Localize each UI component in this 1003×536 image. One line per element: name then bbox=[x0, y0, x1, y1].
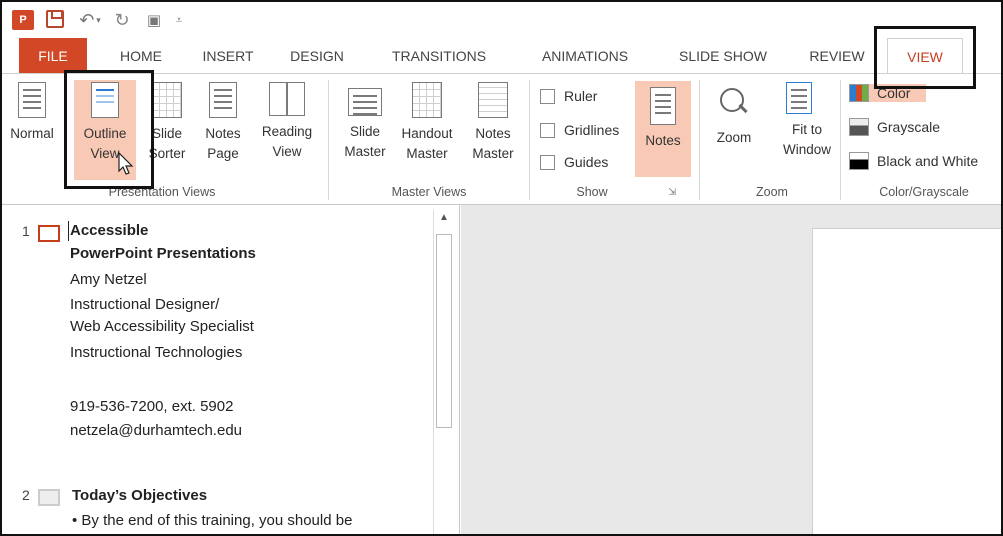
grayscale-button[interactable]: Grayscale bbox=[849, 118, 940, 136]
scrollbar-thumb[interactable] bbox=[436, 234, 452, 428]
normal-view-label: Normal bbox=[10, 126, 54, 141]
tab-review[interactable]: REVIEW bbox=[800, 38, 874, 74]
notes-icon bbox=[650, 87, 676, 125]
guides-label: Guides bbox=[564, 154, 609, 170]
slide-2-number: 2 bbox=[22, 487, 30, 503]
scroll-up-arrow-icon[interactable]: ▲ bbox=[436, 212, 452, 228]
notes-master-label-line2: Master bbox=[472, 146, 514, 161]
redo-icon[interactable]: ↻ bbox=[112, 10, 132, 30]
gridlines-checkbox[interactable]: Gridlines bbox=[540, 122, 619, 138]
fit-to-window-label-line2: Window bbox=[782, 142, 831, 157]
handout-master-label-line1: Handout bbox=[401, 126, 453, 141]
tab-transitions[interactable]: TRANSITIONS bbox=[374, 38, 504, 74]
black-and-white-icon bbox=[849, 152, 869, 170]
group-separator bbox=[699, 80, 700, 200]
show-dialog-launcher-icon[interactable]: ⇲ bbox=[668, 187, 676, 198]
fit-to-window-button[interactable]: Fit to Window bbox=[764, 82, 834, 160]
normal-view-icon bbox=[18, 82, 46, 118]
slide-2-thumbnail-icon[interactable] bbox=[38, 489, 60, 506]
slide-1-text-line[interactable]: Amy Netzel bbox=[70, 268, 147, 291]
reading-view-label-line2: View bbox=[272, 144, 302, 159]
slide-1-title-line1[interactable]: Accessible bbox=[70, 219, 148, 242]
present-from-beginning-icon[interactable]: ▣ bbox=[142, 10, 166, 30]
black-and-white-label: Black and White bbox=[877, 153, 979, 169]
tab-animations[interactable]: ANIMATIONS bbox=[522, 38, 648, 74]
notes-master-button[interactable]: Notes Master bbox=[465, 82, 521, 164]
slide-2-bullet[interactable]: • By the end of this training, you shoul… bbox=[72, 509, 352, 532]
slide-1-title-line2[interactable]: PowerPoint Presentations bbox=[70, 242, 256, 265]
guides-checkbox-box[interactable] bbox=[540, 154, 555, 170]
black-and-white-button[interactable]: Black and White bbox=[849, 152, 978, 170]
slide-1-text-line[interactable]: netzela@durhamtech.edu bbox=[70, 419, 242, 442]
title-bar: P ↶ ▾ ↻ ▣ ⩡ bbox=[2, 2, 1001, 38]
ruler-label: Ruler bbox=[564, 88, 598, 104]
tab-slide-show[interactable]: SLIDE SHOW bbox=[664, 38, 782, 74]
notes-master-icon bbox=[478, 82, 508, 118]
handout-master-button[interactable]: Handout Master bbox=[395, 82, 459, 164]
slide-master-label-line2: Master bbox=[344, 144, 386, 159]
color-icon bbox=[849, 84, 869, 102]
fit-to-window-label-line1: Fit to bbox=[791, 122, 822, 137]
slide-1-text-line[interactable]: 919-536-7200, ext. 5902 bbox=[70, 395, 233, 418]
tab-insert[interactable]: INSERT bbox=[192, 38, 264, 74]
notes-page-button[interactable]: Notes Page bbox=[199, 82, 247, 164]
outline-view-highlight-box bbox=[64, 70, 154, 189]
zoom-group-label: Zoom bbox=[756, 185, 788, 199]
reading-view-button[interactable]: Reading View bbox=[255, 82, 319, 162]
slide-master-label-line1: Slide bbox=[349, 124, 381, 139]
notes-page-label-line2: Page bbox=[207, 146, 239, 161]
save-icon[interactable] bbox=[46, 10, 64, 28]
group-separator bbox=[840, 80, 841, 200]
ruler-checkbox-box[interactable] bbox=[540, 88, 555, 104]
zoom-icon bbox=[718, 86, 750, 118]
gridlines-label: Gridlines bbox=[564, 122, 620, 138]
notes-master-label-line1: Notes bbox=[475, 126, 511, 141]
slide-canvas[interactable] bbox=[812, 228, 1001, 534]
slide-1-text-line[interactable]: Web Accessibility Specialist bbox=[70, 315, 254, 338]
mouse-pointer-icon bbox=[118, 152, 134, 175]
gridlines-checkbox-box[interactable] bbox=[540, 122, 555, 138]
slide-2-title[interactable]: Today’s Objectives bbox=[72, 484, 207, 507]
text-cursor bbox=[68, 221, 69, 241]
tab-file[interactable]: FILE bbox=[19, 38, 87, 74]
zoom-label: Zoom bbox=[716, 130, 752, 145]
powerpoint-logo-icon: P bbox=[12, 10, 34, 30]
outline-scrollbar[interactable]: ▲ bbox=[433, 210, 453, 534]
slide-1-thumbnail-icon[interactable] bbox=[38, 225, 60, 242]
show-group-label: Show bbox=[576, 185, 608, 199]
fit-to-window-icon bbox=[786, 82, 812, 114]
ribbon-tabs: FILE HOME INSERT DESIGN TRANSITIONS ANIM… bbox=[2, 38, 1001, 76]
slide-1-text-line[interactable]: Instructional Designer/ bbox=[70, 293, 219, 316]
slide-1-text-line[interactable]: Instructional Technologies bbox=[70, 341, 242, 364]
powerpoint-window: P ↶ ▾ ↻ ▣ ⩡ FILE HOME INSERT DESIGN TRANS… bbox=[0, 0, 1003, 536]
notes-toggle-button[interactable]: Notes bbox=[635, 81, 691, 177]
master-views-group-label: Master Views bbox=[391, 185, 467, 199]
slide-master-icon bbox=[348, 88, 382, 116]
grayscale-label: Grayscale bbox=[877, 119, 941, 135]
group-separator bbox=[529, 80, 530, 200]
slide-sorter-icon bbox=[152, 82, 182, 118]
guides-checkbox[interactable]: Guides bbox=[540, 154, 608, 170]
notes-label: Notes bbox=[645, 133, 681, 148]
handout-master-label-line2: Master bbox=[406, 146, 448, 161]
customize-quick-access-icon[interactable]: ⩡ bbox=[172, 10, 186, 30]
ruler-checkbox[interactable]: Ruler bbox=[540, 88, 597, 104]
slide-master-button[interactable]: Slide Master bbox=[338, 82, 392, 162]
zoom-button[interactable]: Zoom bbox=[708, 82, 760, 148]
slide-1-number: 1 bbox=[22, 223, 30, 239]
notes-page-label-line1: Notes bbox=[205, 126, 241, 141]
tab-home[interactable]: HOME bbox=[106, 38, 176, 74]
outline-pane[interactable]: 1 Accessible PowerPoint Presentations Am… bbox=[2, 205, 460, 534]
group-separator bbox=[328, 80, 329, 200]
normal-view-button[interactable]: Normal bbox=[4, 82, 60, 144]
notes-page-icon bbox=[209, 82, 237, 118]
color-grayscale-group-label: Color/Grayscale bbox=[879, 185, 969, 199]
reading-view-icon bbox=[269, 82, 305, 116]
grayscale-icon bbox=[849, 118, 869, 136]
undo-icon[interactable]: ↶ ▾ bbox=[78, 10, 102, 30]
view-tab-highlight-box bbox=[874, 26, 976, 89]
tab-design[interactable]: DESIGN bbox=[280, 38, 354, 74]
handout-master-icon bbox=[412, 82, 442, 118]
reading-view-label-line1: Reading bbox=[261, 124, 313, 139]
